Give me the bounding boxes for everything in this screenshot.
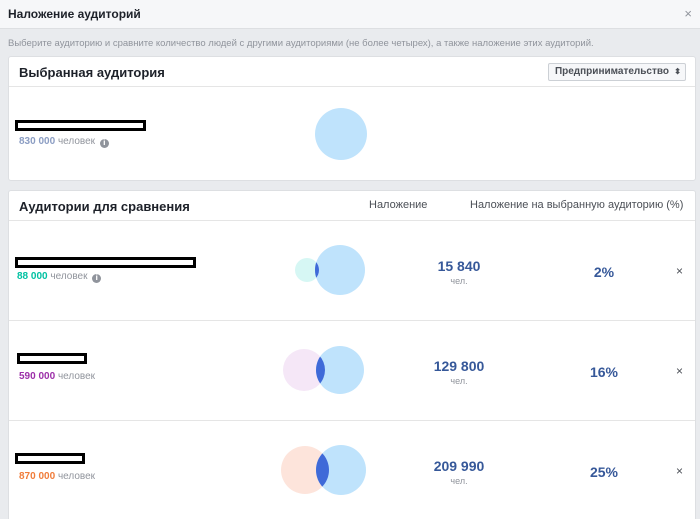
audience-size: 590 000 человек	[19, 371, 95, 382]
overlap-unit: чел.	[450, 476, 468, 486]
audience-dropdown[interactable]: Предпринимательство ⬍	[547, 63, 686, 81]
compare-row-2: 590 000 человек 129 800 чел. 16% ×	[9, 321, 695, 421]
overlap-count: 129 800	[433, 358, 485, 374]
overlap-count: 15 840	[437, 258, 481, 274]
dialog-title: Наложение аудиторий	[8, 7, 141, 21]
audience-count: 590 000	[19, 371, 56, 382]
instructions-text: Выберите аудиторию и сравните количество…	[8, 38, 594, 49]
venn-diagram	[283, 346, 364, 394]
redacted-audience-name	[17, 353, 87, 364]
audience-size: 870 000 человек	[19, 471, 95, 482]
dialog-header: Наложение аудиторий ×	[0, 0, 700, 29]
redacted-audience-name	[15, 453, 85, 464]
audience-dropdown-value: Предпринимательство	[554, 66, 669, 77]
selected-audience-title: Выбранная аудитория	[19, 65, 165, 80]
overlap-count: 209 990	[433, 458, 485, 474]
selected-audience-count: 830 000	[19, 136, 56, 147]
selected-audience-unit: человек	[57, 136, 96, 147]
compare-audiences-header: Аудитории для сравнения Наложение Наложе…	[9, 191, 695, 221]
close-icon[interactable]: ×	[684, 7, 692, 20]
audience-count: 870 000	[19, 471, 56, 482]
column-header-overlap: Наложение	[369, 199, 428, 211]
selected-audience-size: 830 000 человек i	[19, 136, 109, 148]
selected-audience-panel: Выбранная аудитория Предпринимательство …	[8, 56, 696, 181]
overlap-unit: чел.	[450, 276, 468, 286]
compare-row-3: 870 000 человек 209 990 чел. 25% ×	[9, 421, 695, 519]
overlap-percent: 2%	[593, 264, 615, 280]
overlap-unit: чел.	[450, 376, 468, 386]
remove-row-icon[interactable]: ×	[676, 365, 683, 377]
remove-row-icon[interactable]: ×	[676, 265, 683, 277]
audience-count: 88 000	[17, 271, 48, 282]
audience-size: 88 000 человек i	[17, 271, 102, 283]
redacted-audience-name	[15, 120, 146, 131]
audience-unit: человек	[57, 371, 96, 382]
audience-unit: человек	[57, 471, 96, 482]
redacted-audience-name	[15, 257, 196, 268]
info-icon[interactable]: i	[92, 274, 102, 283]
selected-audience-header: Выбранная аудитория Предпринимательство …	[9, 57, 695, 87]
column-header-overlap-percent: Наложение на выбранную аудиторию (%)	[470, 199, 684, 211]
compare-row-1: 88 000 человек i 15 840 чел. 2% ×	[9, 221, 695, 321]
compare-audiences-panel: Аудитории для сравнения Наложение Наложе…	[8, 190, 696, 519]
venn-diagram	[295, 245, 365, 295]
overlap-percent: 16%	[589, 364, 619, 380]
selected-audience-circle	[315, 108, 367, 160]
venn-diagram	[281, 445, 366, 495]
chevron-updown-icon: ⬍	[674, 67, 681, 76]
info-icon[interactable]: i	[99, 139, 109, 148]
overlap-percent: 25%	[589, 464, 619, 480]
compare-audiences-title: Аудитории для сравнения	[19, 199, 190, 214]
audience-unit: человек	[50, 271, 88, 282]
selected-audience-circle	[315, 245, 365, 295]
remove-row-icon[interactable]: ×	[676, 465, 683, 477]
